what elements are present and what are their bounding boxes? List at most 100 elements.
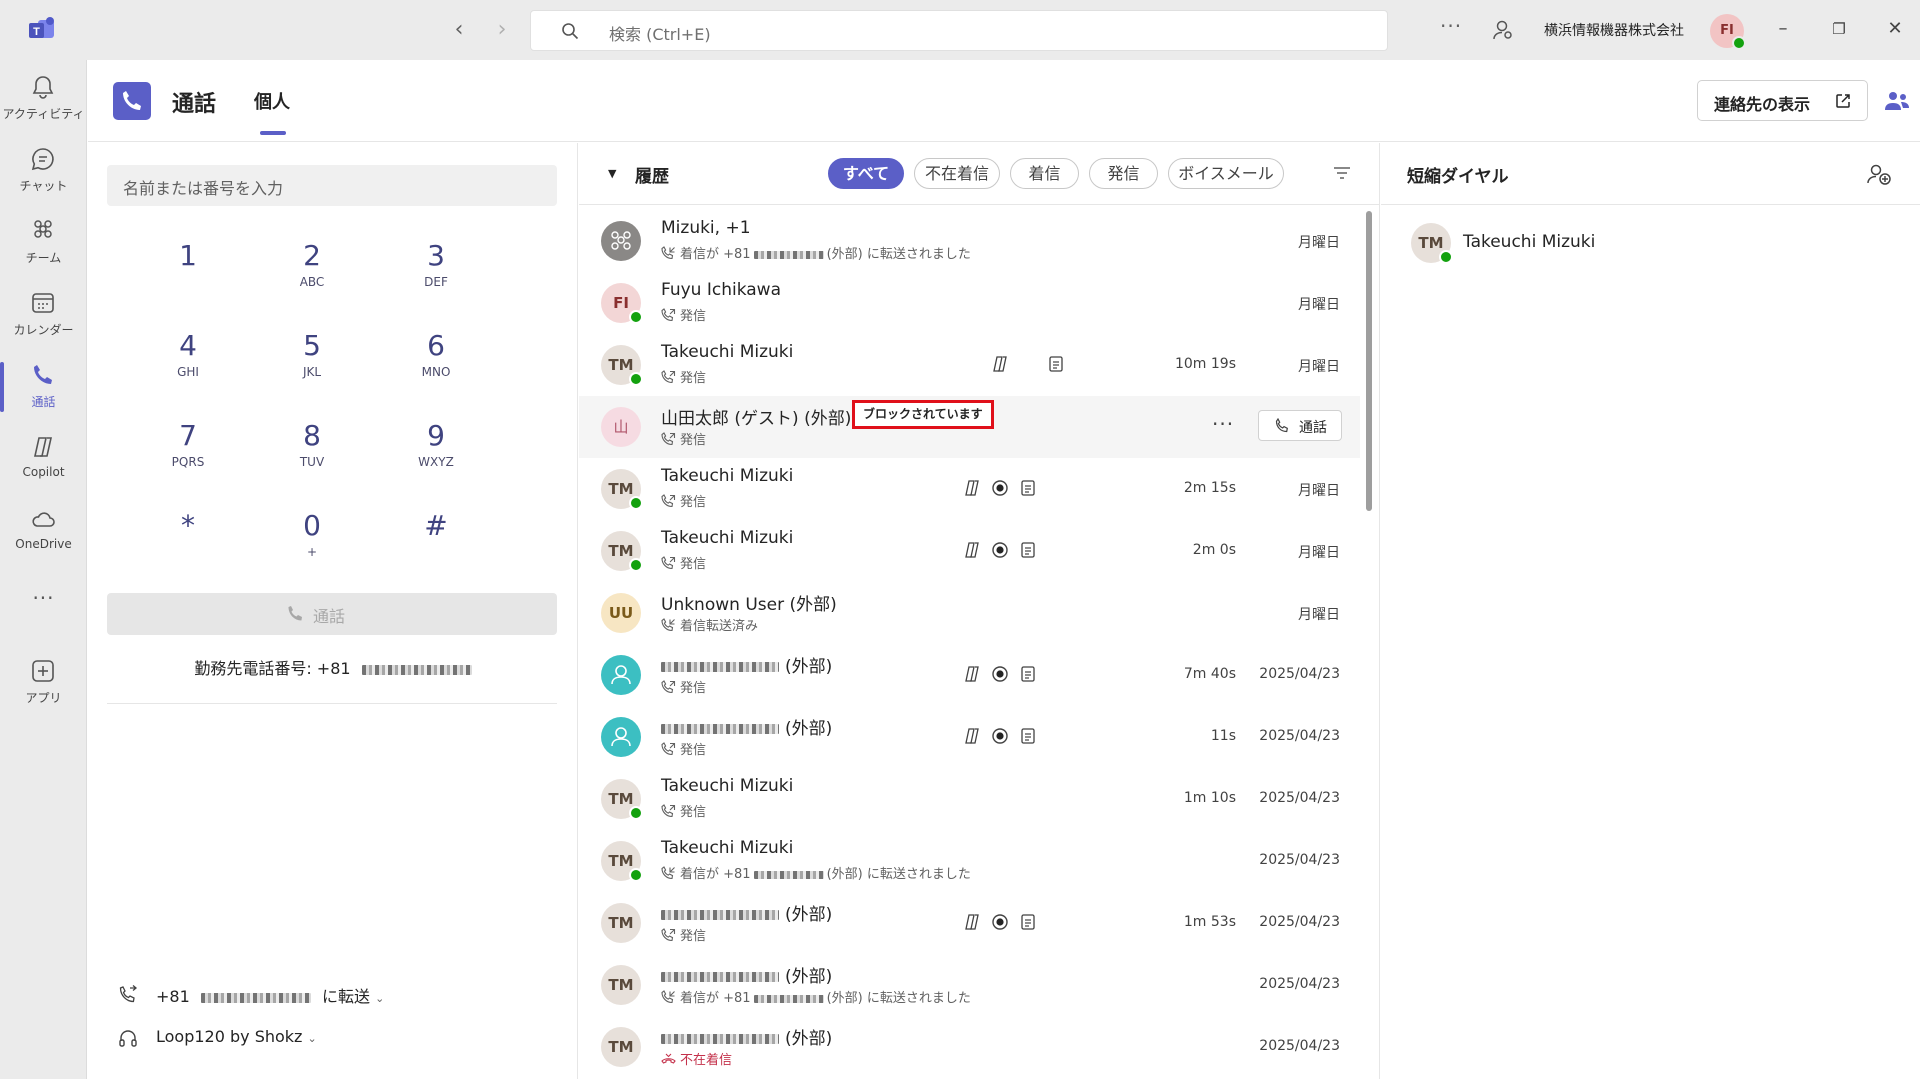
row-call-button[interactable]: 通話 (1258, 410, 1342, 441)
history-row[interactable]: TM Takeuchi Mizuki 発信 1m 10s 2025/04/23 (579, 768, 1360, 830)
search-input[interactable]: 検索 (Ctrl+E) (530, 10, 1388, 51)
history-scrollbar[interactable] (1366, 211, 1372, 511)
call-date: 月曜日 (1298, 545, 1340, 561)
rail-item-teams[interactable]: チーム (0, 212, 87, 278)
rail-item-onedrive[interactable]: OneDrive (0, 500, 87, 566)
rail-item-label: OneDrive (15, 537, 72, 551)
dial-key-4[interactable]: 4 GHI (133, 329, 243, 399)
history-row[interactable]: TM (外部) 着信が +81 (外部) に転送されました 2025/04/23 (579, 954, 1360, 1016)
history-row[interactable]: TM Takeuchi Mizuki 発信 2m 15s 月曜日 (579, 458, 1360, 520)
key-digit: 9 (427, 419, 445, 452)
rail-item-copilot[interactable]: Copilot (0, 428, 87, 494)
speed-dial-header: 短縮ダイヤル (1381, 143, 1920, 205)
history-row[interactable]: TM Takeuchi Mizuki 発信 10m 19s 月曜日 (579, 334, 1360, 396)
rail-item-calls[interactable]: 通話 (0, 356, 87, 422)
filter-chip-outgoing[interactable]: 発信 (1089, 158, 1158, 189)
avatar-initials: TM (608, 542, 634, 560)
people-settings-icon[interactable] (1492, 19, 1514, 41)
avatar: TM (1411, 223, 1453, 264)
org-name[interactable]: 横浜情報機器株式会社 (1544, 20, 1684, 40)
filter-icon[interactable] (1332, 164, 1352, 182)
filter-chip-all[interactable]: すべて (828, 158, 904, 189)
dial-key-7[interactable]: 7 PQRS (133, 419, 243, 489)
minimize-icon[interactable]: – (1770, 16, 1796, 42)
history-row[interactable]: Mizuki, +1 着信が +81 (外部) に転送されました 月曜日 (579, 210, 1360, 272)
dial-key-0[interactable]: 0 + (257, 509, 367, 579)
contacts-people-icon[interactable] (1884, 90, 1910, 112)
history-row[interactable]: UU Unknown User (外部) 着信転送済み 月曜日 (579, 582, 1360, 644)
divider (107, 703, 557, 704)
avatar-initials: TM (608, 790, 634, 808)
close-icon[interactable]: ✕ (1882, 16, 1908, 42)
presence-available-icon (629, 496, 643, 510)
avatar-initials: TM (608, 356, 634, 374)
more-options-icon[interactable]: ··· (1440, 14, 1462, 38)
transcript-icon[interactable] (1019, 541, 1037, 559)
recording-icon[interactable] (991, 541, 1009, 559)
history-row[interactable]: TM Takeuchi Mizuki 発信 2m 0s 月曜日 (579, 520, 1360, 582)
recording-icon[interactable] (991, 727, 1009, 745)
back-arrow-icon[interactable]: ‹ (447, 18, 471, 42)
call-detail: 発信 (661, 801, 706, 820)
history-row[interactable]: (外部) 発信 11s 2025/04/23 (579, 706, 1360, 768)
caller-name-text: 山田太郎 (ゲスト) (外部) (661, 409, 852, 429)
more-options-icon[interactable]: ··· (1212, 412, 1234, 436)
recording-icon[interactable] (991, 665, 1009, 683)
history-row[interactable]: 山 山田太郎 (ゲスト) (外部) ブロックされています 発信 ··· 通話 (579, 396, 1360, 458)
dialpad-call-button[interactable]: 通話 (107, 593, 557, 635)
dial-key-2[interactable]: 2 ABC (257, 239, 367, 309)
copilot-recap-icon[interactable] (963, 727, 981, 745)
history-row[interactable]: (外部) 発信 7m 40s 2025/04/23 (579, 644, 1360, 706)
user-avatar[interactable]: FI (1710, 14, 1746, 50)
redacted-number (361, 664, 472, 675)
history-row[interactable]: TM (外部) 不在着信 2025/04/23 (579, 1016, 1360, 1078)
speed-dial-item[interactable]: TM Takeuchi Mizuki (1411, 223, 1711, 267)
transcript-icon[interactable] (1019, 727, 1037, 745)
redacted-number (753, 250, 824, 259)
recording-icon[interactable] (991, 479, 1009, 497)
copilot-recap-icon[interactable] (963, 913, 981, 931)
history-row[interactable]: TM (外部) 発信 1m 53s 2025/04/23 (579, 892, 1360, 954)
rail-item-apps[interactable]: アプリ (0, 652, 87, 718)
recording-icon[interactable] (991, 913, 1009, 931)
show-contacts-button[interactable]: 連絡先の表示 (1697, 80, 1868, 121)
call-detail-text: 発信 (680, 495, 707, 510)
rail-more-apps[interactable]: ... (0, 580, 87, 610)
filter-chip-incoming[interactable]: 着信 (1010, 158, 1079, 189)
dial-key-6[interactable]: 6 MNO (381, 329, 491, 399)
dial-key-hash[interactable]: # (381, 509, 491, 579)
tab-personal[interactable]: 個人 (254, 88, 290, 114)
dial-key-8[interactable]: 8 TUV (257, 419, 367, 489)
copilot-recap-icon[interactable] (991, 355, 1009, 373)
transcript-icon[interactable] (1019, 479, 1037, 497)
filter-chip-missed[interactable]: 不在着信 (914, 158, 1000, 189)
copilot-recap-icon[interactable] (963, 479, 981, 497)
history-row[interactable]: FI Fuyu Ichikawa 発信 月曜日 (579, 272, 1360, 334)
restore-icon[interactable]: ❐ (1826, 16, 1852, 42)
transcript-icon[interactable] (1047, 355, 1065, 373)
dial-key-1[interactable]: 1 (133, 239, 243, 309)
transcript-icon[interactable] (1019, 665, 1037, 683)
rail-item-activity[interactable]: アクティビティ (0, 68, 87, 134)
dial-key-5[interactable]: 5 JKL (257, 329, 367, 399)
dial-number-input[interactable]: 名前または番号を入力 (107, 165, 557, 206)
rail-item-chat[interactable]: チャット (0, 140, 87, 206)
calls-app-icon (113, 82, 151, 120)
dial-key-star[interactable]: * (133, 509, 243, 579)
dial-key-9[interactable]: 9 WXYZ (381, 419, 491, 489)
copilot-recap-icon[interactable] (963, 665, 981, 683)
history-row[interactable]: TM Takeuchi Mizuki 着信が +81 (外部) に転送されました 202… (579, 830, 1360, 892)
collapse-caret-icon[interactable]: ▼ (608, 167, 616, 180)
teams-logo-icon[interactable]: T (28, 16, 56, 42)
call-duration: 2m 15s (1183, 480, 1236, 496)
caller-name: 山田太郎 (ゲスト) (外部) (661, 404, 851, 429)
dial-key-3[interactable]: 3 DEF (381, 239, 491, 309)
filter-chip-voicemail[interactable]: ボイスメール (1168, 158, 1284, 189)
forward-arrow-icon[interactable]: › (490, 18, 514, 42)
copilot-recap-icon[interactable] (963, 541, 981, 559)
avatar: UU (601, 593, 641, 633)
key-digit: 8 (303, 419, 321, 452)
rail-item-calendar[interactable]: カレンダー (0, 284, 87, 350)
add-contact-icon[interactable] (1867, 163, 1891, 185)
transcript-icon[interactable] (1019, 913, 1037, 931)
